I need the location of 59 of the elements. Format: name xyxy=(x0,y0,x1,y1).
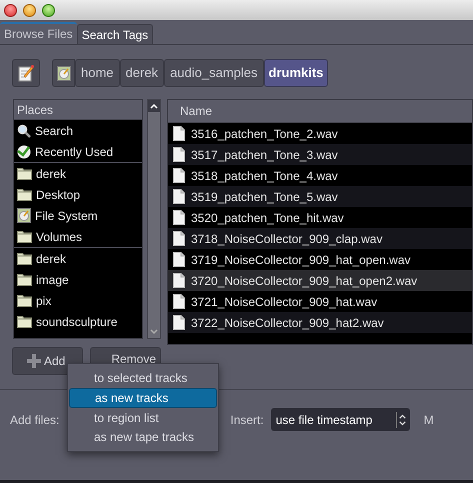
place-item[interactable]: soundsculpture xyxy=(14,311,142,332)
file-row[interactable]: 3718_NoiseCollector_909_clap.wav xyxy=(168,228,472,249)
menu-item[interactable]: as new tape tracks xyxy=(69,427,217,448)
document-icon xyxy=(173,252,185,267)
place-item[interactable]: pix xyxy=(14,290,142,311)
file-row[interactable]: 3519_patchen_Tone_5.wav xyxy=(168,186,472,207)
document-icon xyxy=(173,210,185,225)
folder-icon xyxy=(17,230,32,243)
document-icon xyxy=(173,126,185,141)
place-item[interactable]: derek xyxy=(14,248,142,269)
path-button[interactable]: home xyxy=(75,59,120,87)
place-item[interactable]: Search xyxy=(14,120,142,141)
edit-button[interactable] xyxy=(12,59,40,87)
path-button[interactable]: audio_samples xyxy=(164,59,264,87)
file-row[interactable]: 3517_patchen_Tone_3.wav xyxy=(168,144,472,165)
menu-item[interactable]: to region list xyxy=(69,408,217,428)
insert-label: Insert: xyxy=(230,412,264,428)
path-button[interactable]: derek xyxy=(120,59,164,87)
cut-label: M xyxy=(424,412,434,428)
plus-icon xyxy=(26,353,42,369)
tab[interactable]: Search Tags xyxy=(76,24,154,44)
file-row[interactable]: 3722_NoiseCollector_909_hat2.wav xyxy=(168,312,472,333)
place-item[interactable]: Desktop xyxy=(14,184,142,205)
folder-icon xyxy=(17,167,32,180)
add-button[interactable]: Add xyxy=(12,347,83,375)
document-icon xyxy=(173,315,185,330)
insert-dropdown[interactable]: use file timestamp xyxy=(270,408,410,431)
file-row[interactable]: 3720_NoiseCollector_909_hat_open2.wav xyxy=(168,270,472,291)
root-button[interactable] xyxy=(52,59,75,87)
document-icon xyxy=(173,147,185,162)
folder-icon xyxy=(17,188,32,201)
drive-icon xyxy=(56,66,70,80)
document-icon xyxy=(173,189,185,204)
document-icon xyxy=(173,273,185,288)
place-item[interactable]: File System xyxy=(14,205,142,226)
folder-icon xyxy=(17,315,32,328)
folder-icon xyxy=(17,252,32,265)
stepper-icon xyxy=(396,412,408,428)
folder-icon xyxy=(17,294,32,307)
place-item[interactable]: Volumes xyxy=(14,226,142,247)
document-icon xyxy=(173,294,185,309)
path-button[interactable]: drumkits xyxy=(264,59,328,87)
document-icon xyxy=(173,231,185,246)
place-item[interactable]: image xyxy=(14,269,142,290)
close-button[interactable] xyxy=(4,4,17,16)
minimize-button[interactable] xyxy=(23,4,36,16)
place-item[interactable]: Recently Used xyxy=(14,141,142,162)
notepad-pencil-icon xyxy=(18,64,34,82)
scrollbar[interactable] xyxy=(147,99,161,339)
places-header: Places xyxy=(14,100,142,120)
name-column-header[interactable]: Name xyxy=(168,100,472,123)
add-files-label: Add files: xyxy=(10,412,60,428)
menu-item[interactable]: as new tracks xyxy=(69,388,217,408)
zoom-button[interactable] xyxy=(42,4,55,16)
drive-icon xyxy=(17,208,31,223)
place-item[interactable]: derek xyxy=(14,163,142,184)
document-icon xyxy=(173,168,185,183)
folder-icon xyxy=(17,273,32,286)
search-icon xyxy=(17,124,31,138)
